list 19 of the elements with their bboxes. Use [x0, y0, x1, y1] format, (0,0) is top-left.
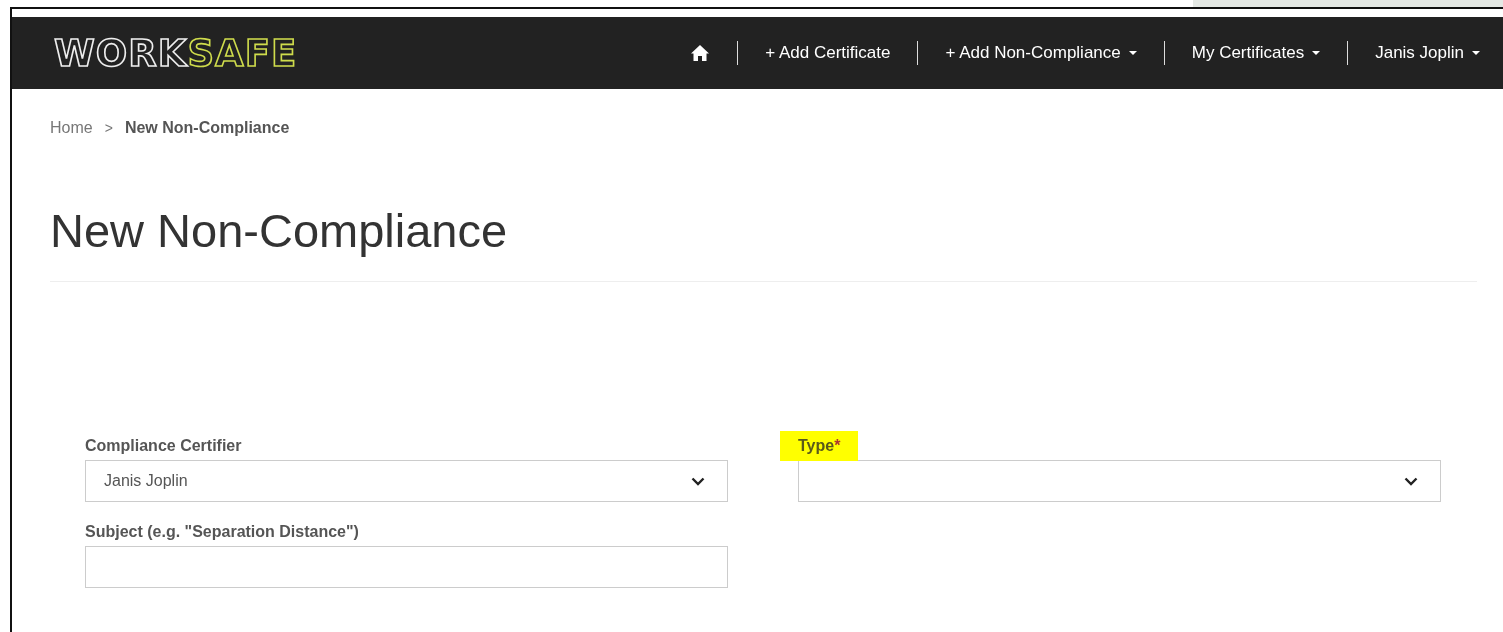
nav-link[interactable]: + Add Non-Compliance [944, 43, 1138, 63]
select-field[interactable]: Janis Joplin [85, 460, 728, 502]
field-label: Subject (e.g. "Separation Distance") [85, 523, 359, 541]
select-field[interactable] [798, 460, 1441, 502]
page-title: New Non-Compliance [50, 203, 509, 259]
chevron-icon [691, 476, 705, 486]
input-field[interactable] [85, 546, 728, 588]
home-icon [690, 44, 711, 62]
home-link[interactable] [689, 44, 712, 62]
nav-link[interactable]: Janis Joplin [1374, 43, 1481, 63]
nav-link[interactable]: My Certificates [1190, 43, 1322, 63]
breadcrumb-separator: > [104, 120, 113, 136]
breadcrumb-link[interactable]: Home [50, 119, 93, 137]
chevron-icon [1404, 476, 1418, 486]
field-label: Compliance Certifier [85, 437, 242, 455]
nav-link[interactable]: + Add Certificate [764, 43, 892, 63]
breadcrumb-current: New Non-Compliance [124, 119, 290, 137]
field-label: Type* [780, 431, 859, 461]
logo[interactable]: WORKSAFE [54, 31, 298, 75]
